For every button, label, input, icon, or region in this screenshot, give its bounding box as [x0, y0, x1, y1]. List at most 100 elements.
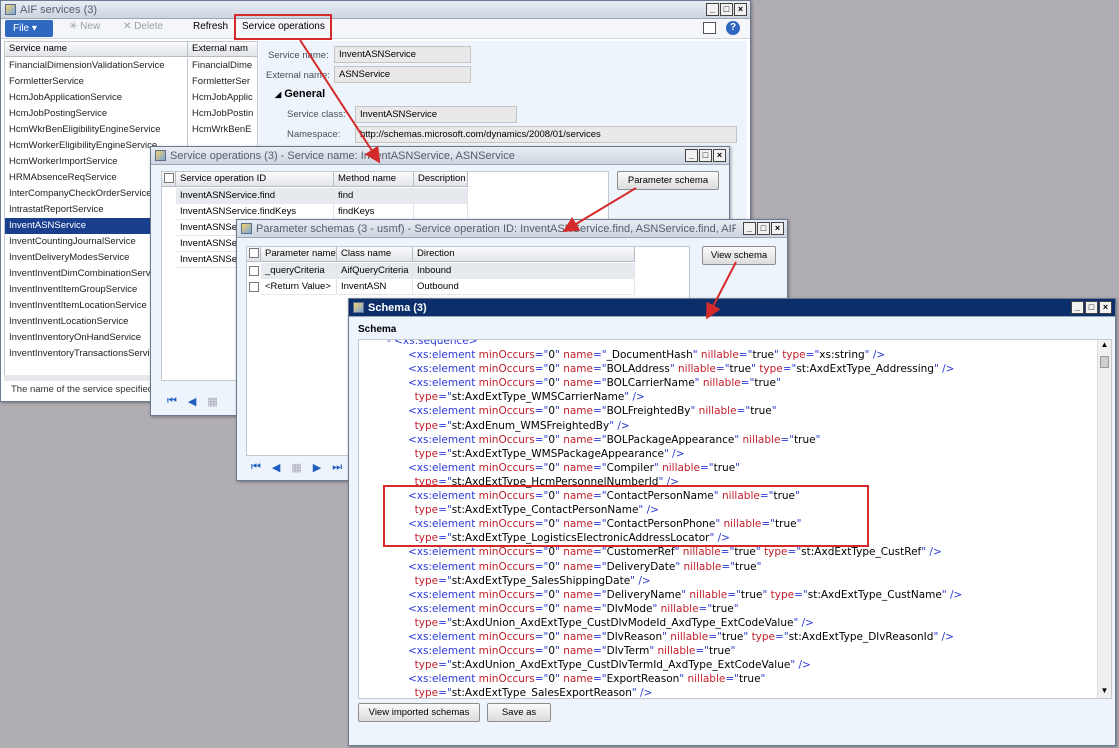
parameter-schema-button[interactable]: Parameter schema [617, 171, 719, 190]
ops-cell[interactable]: InventASNService.findKeys [176, 204, 334, 220]
ops-cell[interactable]: find [334, 188, 414, 204]
column-header-class-name[interactable]: Class name [337, 247, 413, 262]
next-record-icon[interactable]: ▶ [313, 461, 321, 474]
close-button[interactable]: × [771, 222, 784, 235]
close-button[interactable]: × [1099, 301, 1112, 314]
service-list-item[interactable]: FormletterService [5, 74, 187, 90]
first-record-icon[interactable]: ⏮ [251, 461, 261, 474]
external-name-cell[interactable]: HcmJobApplic [188, 90, 257, 106]
ops-cell[interactable]: findKeys [334, 204, 414, 220]
service-class-field[interactable]: InventASNService [355, 106, 517, 123]
column-header-description[interactable]: Description [414, 172, 468, 187]
schema-line: type="st:AxdUnion_AxdExtType_CustDlvMode… [408, 616, 814, 629]
minimize-button[interactable]: _ [706, 3, 719, 16]
service-class-label: Service class: [287, 109, 346, 120]
schema-line: <xs:element minOccurs="0" name="DlvTerm"… [408, 645, 736, 658]
column-header-parameter-name[interactable]: Parameter name [261, 247, 337, 262]
column-header-operation-id[interactable]: Service operation ID [176, 172, 334, 187]
general-section-header[interactable]: ◢ General [275, 88, 325, 100]
external-name-field[interactable]: ASNService [334, 66, 471, 83]
params-select-all[interactable] [247, 247, 261, 262]
checkbox[interactable] [164, 173, 174, 183]
maximize-button[interactable]: □ [757, 222, 770, 235]
ops-title-bar: Service operations (3) - Service name: I… [151, 147, 729, 165]
ops-select-all[interactable] [162, 172, 176, 187]
params-cell[interactable]: AifQueryCriteria [337, 263, 413, 279]
app-icon [155, 150, 166, 161]
ops-cell[interactable] [414, 204, 468, 220]
schema-line: <xs:element minOccurs="0" name="DlvReaso… [408, 630, 954, 643]
schema-line: <xs:element minOccurs="0" name="BOLAddre… [408, 363, 955, 376]
service-list-item[interactable]: FinancialDimensionValidationService [5, 58, 187, 74]
scroll-up-icon[interactable]: ▲ [1098, 340, 1111, 352]
external-name-cell[interactable]: FinancialDime [188, 58, 257, 74]
view-imported-schemas-button[interactable]: View imported schemas [358, 703, 480, 722]
params-cell[interactable]: _queryCriteria [261, 263, 337, 279]
minimize-button[interactable]: _ [743, 222, 756, 235]
column-header-external-name[interactable]: External nam [188, 42, 257, 57]
app-icon [353, 302, 364, 313]
service-list-item[interactable]: HcmJobApplicationService [5, 90, 187, 106]
highlight-service-operations [234, 14, 332, 40]
params-record-nav: ⏮ ◀ ▦ ▶ ⏭ [251, 461, 342, 474]
minimize-button[interactable]: _ [685, 149, 698, 162]
params-cell[interactable]: InventASN [337, 279, 413, 295]
schema-line: <xs:element minOccurs="0" name="ExportRe… [408, 673, 766, 686]
column-header-service-name[interactable]: Service name [5, 42, 188, 57]
help-icon[interactable]: ? [726, 21, 740, 35]
external-name-cell[interactable]: FormletterSer [188, 74, 257, 90]
service-list-item[interactable]: HcmJobPostingService [5, 106, 187, 122]
chevron-down-icon: ▾ [31, 23, 37, 34]
file-menu-button[interactable]: File ▾ [5, 20, 53, 37]
service-name-label: Service name: [268, 50, 329, 61]
minimize-button[interactable]: _ [1071, 301, 1084, 314]
ops-cell[interactable]: InventASNService.find [176, 188, 334, 204]
schema-line: <xs:element minOccurs="0" name="DlvMode"… [408, 602, 739, 615]
scroll-down-icon[interactable]: ▼ [1098, 686, 1111, 698]
grid-icon[interactable]: ▦ [291, 461, 301, 474]
previous-record-icon[interactable]: ◀ [188, 395, 196, 408]
namespace-label: Namespace: [287, 129, 341, 140]
maximize-button[interactable]: □ [699, 149, 712, 162]
schema-line: <xs:element minOccurs="0" name="Delivery… [408, 560, 762, 573]
schema-vscrollbar[interactable]: ▲ ▼ [1097, 340, 1111, 698]
view-schema-button[interactable]: View schema [702, 246, 776, 265]
service-name-field[interactable]: InventASNService [334, 46, 471, 63]
ops-cell[interactable] [414, 188, 468, 204]
maximize-button[interactable]: □ [1085, 301, 1098, 314]
external-name-list: FinancialDime FormletterSer HcmJobApplic Hc… [188, 58, 257, 138]
schema-line: <xs:element minOccurs="0" name="BOLPacka… [408, 433, 821, 446]
schema-line: type="st:AxdExtType_WMSCarrierName" /> [408, 391, 645, 404]
params-cell[interactable]: Outbound [413, 279, 635, 295]
checkbox[interactable] [249, 248, 259, 258]
maximize-button[interactable]: □ [720, 3, 733, 16]
external-name-label: External name: [266, 70, 330, 81]
first-record-icon[interactable]: ⏮ [167, 395, 177, 408]
schema-line: <xs:element minOccurs="0" name="_Documen… [408, 349, 886, 362]
column-header-method-name[interactable]: Method name [334, 172, 414, 187]
checkbox[interactable] [249, 282, 259, 292]
new-button[interactable]: ✳ New [69, 21, 100, 32]
close-button[interactable]: × [734, 3, 747, 16]
aif-title-bar: AIF services (3) _ □ × [1, 1, 750, 19]
external-name-cell[interactable]: HcmWrkBenE [188, 122, 257, 138]
close-button[interactable]: × [713, 149, 726, 162]
namespace-field[interactable]: http://schemas.microsoft.com/dynamics/20… [355, 126, 737, 143]
params-cell[interactable]: <Return Value> [261, 279, 337, 295]
grid-icon[interactable]: ▦ [207, 395, 217, 408]
last-record-icon[interactable]: ⏭ [332, 461, 342, 474]
service-list-item[interactable]: HcmWkrBenEligibilityEngineService [5, 122, 187, 138]
external-name-cell[interactable]: HcmJobPostin [188, 106, 257, 122]
save-as-button[interactable]: Save as [487, 703, 551, 722]
params-cell[interactable]: Inbound [413, 263, 635, 279]
delete-button[interactable]: ✕ Delete [123, 21, 163, 32]
form-view-icon[interactable] [703, 22, 716, 34]
previous-record-icon[interactable]: ◀ [272, 461, 280, 474]
checkbox[interactable] [249, 266, 259, 276]
schema-line: <xs:element minOccurs="0" name="Compiler… [408, 461, 741, 474]
schema-line: type="st:AxdExtType_WMSPackageAppearance… [408, 447, 685, 460]
schema-line: type="st:AxdExtType_SalesShippingDate" /… [408, 574, 651, 587]
refresh-button[interactable]: Refresh [193, 21, 228, 32]
column-header-direction[interactable]: Direction [413, 247, 635, 262]
scroll-thumb[interactable] [1100, 356, 1109, 368]
